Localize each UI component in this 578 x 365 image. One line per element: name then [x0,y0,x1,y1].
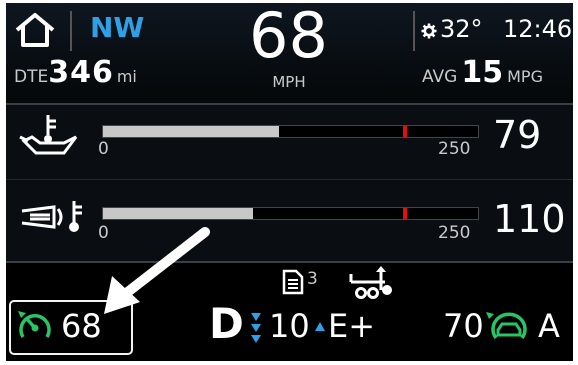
callout-arrow [104,227,210,314]
